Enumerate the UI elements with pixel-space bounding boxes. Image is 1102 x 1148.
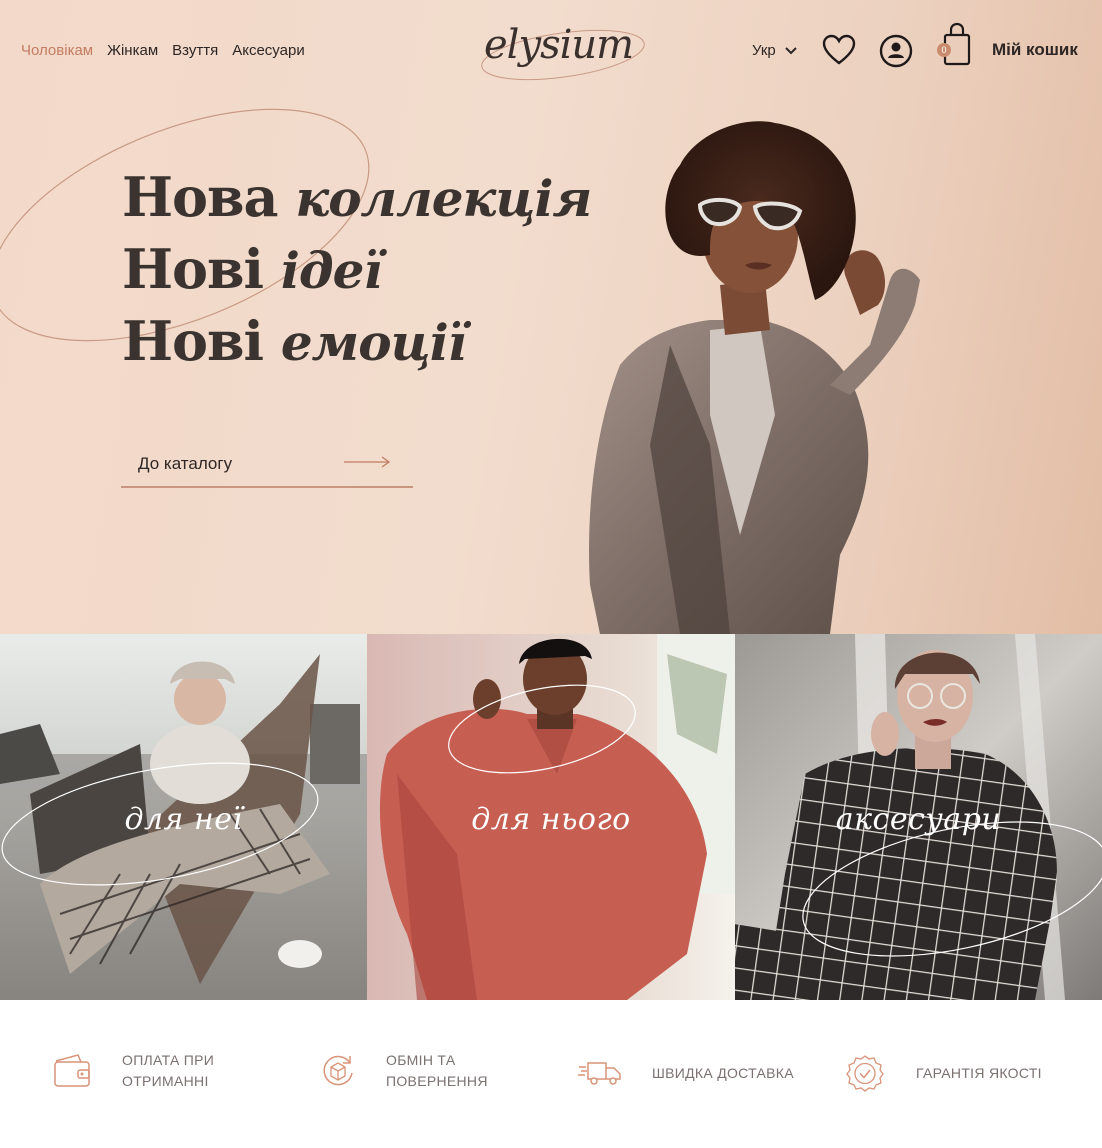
feature-returns: ОБМІН ТА ПОВЕРНЕННЯ <box>320 1050 488 1092</box>
headline-line1-italic: коллекція <box>295 169 592 228</box>
category-tile-women[interactable]: для неї <box>0 634 367 1000</box>
headline-line3-regular: Нові <box>122 309 281 373</box>
feature-payment-line2: ОТРИМАННІ <box>122 1073 209 1089</box>
user-account-icon[interactable] <box>879 34 913 68</box>
category-label-men: для нього <box>471 802 631 837</box>
feature-payment: ОПЛАТА ПРИ ОТРИМАННІ <box>52 1050 214 1092</box>
cart-link[interactable]: Мій кошик <box>992 40 1078 60</box>
quality-badge-icon <box>846 1055 884 1092</box>
language-selector[interactable]: Укр <box>752 42 798 59</box>
headline-line2-regular: Нові <box>122 237 281 301</box>
headline-line1-regular: Нова <box>122 165 296 229</box>
features-bar: ОПЛАТА ПРИ ОТРИМАННІ ОБМІН ТА ПОВЕРНЕННЯ… <box>0 1000 1102 1148</box>
catalog-button-label: До каталогу <box>138 454 233 473</box>
chevron-down-icon <box>785 46 797 54</box>
main-nav: Чоловікам Жінкам Взуття Аксесуари <box>21 42 305 59</box>
nav-item-accessories[interactable]: Аксесуари <box>232 42 304 59</box>
feature-quality-line1: ГАРАНТІЯ ЯКОСТІ <box>916 1064 1042 1081</box>
delivery-truck-icon <box>578 1062 621 1085</box>
nav-item-women[interactable]: Жінкам <box>107 42 158 59</box>
brand-logo[interactable]: elysium <box>484 22 634 68</box>
category-tile-men[interactable]: для нього <box>367 634 735 1000</box>
feature-returns-line2: ПОВЕРНЕННЯ <box>386 1073 488 1089</box>
hero-headline: Нова коллекція Нові ідеї Нові емоції <box>122 162 592 378</box>
feature-delivery-line1: ШВИДКА ДОСТАВКА <box>652 1064 794 1081</box>
headline-line2-italic: ідеї <box>280 241 383 300</box>
return-box-icon <box>323 1055 353 1086</box>
language-label: Укр <box>752 42 776 59</box>
cart-count-badge: 0 <box>937 43 951 57</box>
nav-item-men[interactable]: Чоловікам <box>21 42 93 59</box>
feature-payment-line1: ОПЛАТА ПРИ <box>122 1052 215 1068</box>
category-label-women: для неї <box>124 802 243 837</box>
feature-returns-line1: ОБМІН ТА <box>386 1052 456 1068</box>
arrow-right-icon <box>344 456 391 468</box>
headline-line3-italic: емоції <box>280 313 467 372</box>
feature-delivery: ШВИДКА ДОСТАВКА <box>578 1059 794 1087</box>
nav-item-shoes[interactable]: Взуття <box>172 42 218 59</box>
feature-quality: ГАРАНТІЯ ЯКОСТІ <box>846 1054 1042 1092</box>
hero-model-image <box>589 121 920 634</box>
hero-section: Чоловікам Жінкам Взуття Аксесуари elysiu… <box>0 0 1102 634</box>
category-tile-accessories[interactable]: аксесуари <box>735 634 1102 1000</box>
catalog-button[interactable]: До каталогу <box>121 444 413 488</box>
wallet-icon <box>54 1054 90 1087</box>
heart-icon[interactable] <box>822 34 856 66</box>
category-label-accessories: аксесуари <box>835 802 1002 837</box>
